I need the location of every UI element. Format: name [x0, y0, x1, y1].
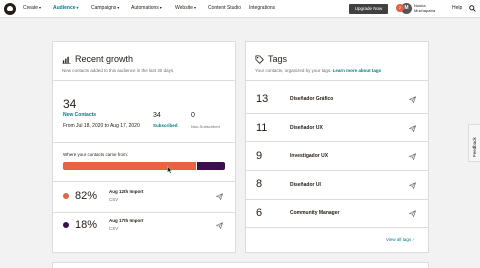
nav-website-label: Website: [175, 5, 193, 11]
tag-count: 9: [256, 150, 263, 162]
source-percent: 18%: [75, 219, 98, 231]
tags-title: Tags: [268, 54, 288, 64]
chevron-down-icon: ▾: [39, 5, 42, 10]
tags-subtitle: Your contacts, organized by your tags. L…: [255, 68, 381, 73]
divider: [246, 170, 428, 171]
mouse-cursor-icon: [167, 166, 173, 174]
source-color-dot: [63, 222, 69, 228]
view-all-tags-link[interactable]: View all tags ›: [386, 237, 414, 242]
source-bar-segment[interactable]: [63, 162, 196, 170]
chevron-down-icon: ▾: [117, 5, 120, 10]
divider: [246, 80, 428, 81]
chevron-down-icon: ▾: [193, 5, 196, 10]
user-name-last: Muchapatra: [414, 8, 436, 13]
recent-growth-subtitle: New contacts added to this audience in t…: [62, 68, 175, 73]
nav-content-studio[interactable]: Content Studio: [208, 5, 241, 11]
send-icon[interactable]: [409, 96, 416, 103]
nav-automations-label: Automations: [131, 5, 159, 11]
feedback-tab[interactable]: Feedback: [468, 124, 480, 162]
recent-growth-card: Recent growth New contacts added to this…: [52, 41, 236, 253]
divider: [53, 142, 235, 143]
divider: [53, 212, 235, 213]
user-menu[interactable]: Nusha Muchapatra: [414, 3, 444, 13]
divider: [246, 113, 428, 114]
bar-chart-icon: [62, 56, 71, 64]
divider: [246, 141, 428, 142]
chevron-down-icon: ▾: [76, 5, 79, 10]
tags-card: Tags Your contacts, organized by your ta…: [245, 41, 429, 253]
source-percent: 82%: [75, 190, 98, 202]
subscribed-count: 34: [153, 112, 161, 119]
unsubscribed-count: 0: [191, 112, 195, 119]
notification-badge[interactable]: 2: [396, 4, 404, 12]
send-icon[interactable]: [409, 153, 416, 160]
tag-name[interactable]: Diseñador UX: [290, 125, 323, 131]
nav-integrations[interactable]: Integrations: [249, 5, 275, 11]
sources-label: Where your contacts came from:: [63, 152, 129, 157]
date-range: From Jul 18, 2020 to Aug 17, 2020: [63, 123, 140, 129]
send-icon[interactable]: [409, 125, 416, 132]
divider: [53, 181, 235, 182]
learn-more-tags-link[interactable]: Learn more about tags: [333, 68, 382, 73]
top-navigation: Create▾ Audience▾ Campaigns▾ Automations…: [0, 0, 480, 18]
divider: [53, 80, 235, 81]
source-name: Aug 17th Import: [109, 218, 144, 223]
tags-subtitle-text: Your contacts, organized by your tags.: [255, 68, 332, 73]
tag-count: 8: [256, 178, 263, 190]
nav-website[interactable]: Website▾: [175, 5, 196, 11]
tag-icon: [255, 55, 264, 64]
nav-audience[interactable]: Audience▾: [53, 5, 79, 11]
mailchimp-logo-icon[interactable]: [4, 3, 16, 15]
send-icon[interactable]: [409, 182, 416, 189]
source-bar-segment[interactable]: [195, 162, 225, 170]
tag-count: 6: [256, 207, 263, 219]
nav-create-label: Create: [23, 5, 39, 11]
recent-growth-title: Recent growth: [75, 54, 134, 64]
nav-create[interactable]: Create▾: [23, 5, 41, 11]
send-icon[interactable]: [409, 210, 416, 217]
tag-name[interactable]: Investigador UX: [290, 153, 328, 159]
nav-campaigns-label: Campaigns: [91, 5, 117, 11]
unsubscribed-label: Non-Subscribed: [191, 124, 220, 129]
divider: [246, 199, 428, 200]
tag-count: 11: [256, 122, 268, 134]
send-icon[interactable]: [216, 193, 223, 200]
source-type: CSV: [109, 226, 119, 231]
upgrade-now-button[interactable]: Upgrade Now: [349, 4, 388, 14]
chevron-down-icon: ▾: [159, 5, 162, 10]
next-card: [52, 262, 429, 268]
tag-name[interactable]: Diseñador UI: [290, 182, 321, 188]
search-icon[interactable]: [469, 5, 476, 12]
feedback-label: Feedback: [472, 137, 477, 157]
send-icon[interactable]: [216, 222, 223, 229]
nav-automations[interactable]: Automations▾: [131, 5, 162, 11]
source-type: CSV: [109, 197, 119, 202]
subscribed-link[interactable]: Subscribed: [153, 123, 178, 128]
new-contacts-link[interactable]: New Contacts: [63, 112, 96, 118]
help-link[interactable]: Help: [452, 5, 462, 11]
nav-campaigns[interactable]: Campaigns▾: [91, 5, 119, 11]
divider: [246, 227, 428, 228]
source-color-dot: [63, 193, 69, 199]
tag-name[interactable]: Community Manager: [290, 210, 339, 216]
nav-audience-label: Audience: [53, 5, 76, 11]
sources-bar[interactable]: [63, 162, 225, 170]
source-name: Aug 12th Import: [109, 189, 144, 194]
new-contacts-count: 34: [63, 97, 77, 111]
tag-count: 13: [256, 93, 269, 105]
tag-name[interactable]: Diseñador Gráfico: [290, 96, 333, 102]
